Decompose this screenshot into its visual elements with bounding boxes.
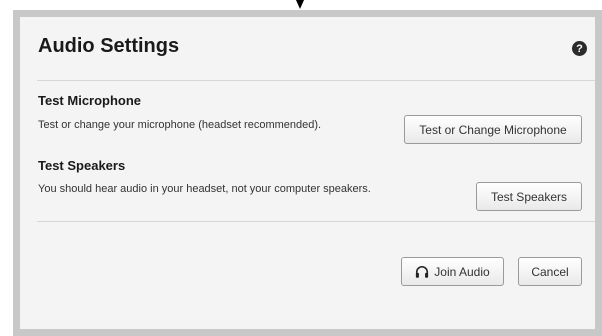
audio-settings-dialog-frame: Audio Settings ? Test Microphone Test or… — [13, 10, 602, 336]
help-icon[interactable]: ? — [572, 41, 587, 56]
audio-settings-dialog: Audio Settings ? Test Microphone Test or… — [20, 17, 595, 329]
arrow-down-icon — [296, 0, 304, 9]
test-microphone-heading: Test Microphone — [38, 93, 142, 108]
test-change-microphone-button[interactable]: Test or Change Microphone — [404, 115, 582, 144]
headset-icon — [416, 265, 429, 278]
footer-divider — [37, 221, 595, 222]
cancel-button[interactable]: Cancel — [518, 257, 582, 286]
test-speakers-description: You should hear audio in your headset, n… — [38, 183, 371, 195]
test-speakers-button[interactable]: Test Speakers — [476, 182, 582, 211]
header-divider — [37, 80, 595, 81]
join-audio-label: Join Audio — [434, 264, 490, 279]
test-microphone-description: Test or change your microphone (headset … — [38, 119, 322, 131]
dialog-title: Audio Settings — [38, 35, 180, 57]
test-speakers-heading: Test Speakers — [38, 158, 126, 173]
join-audio-button[interactable]: Join Audio — [401, 257, 504, 286]
